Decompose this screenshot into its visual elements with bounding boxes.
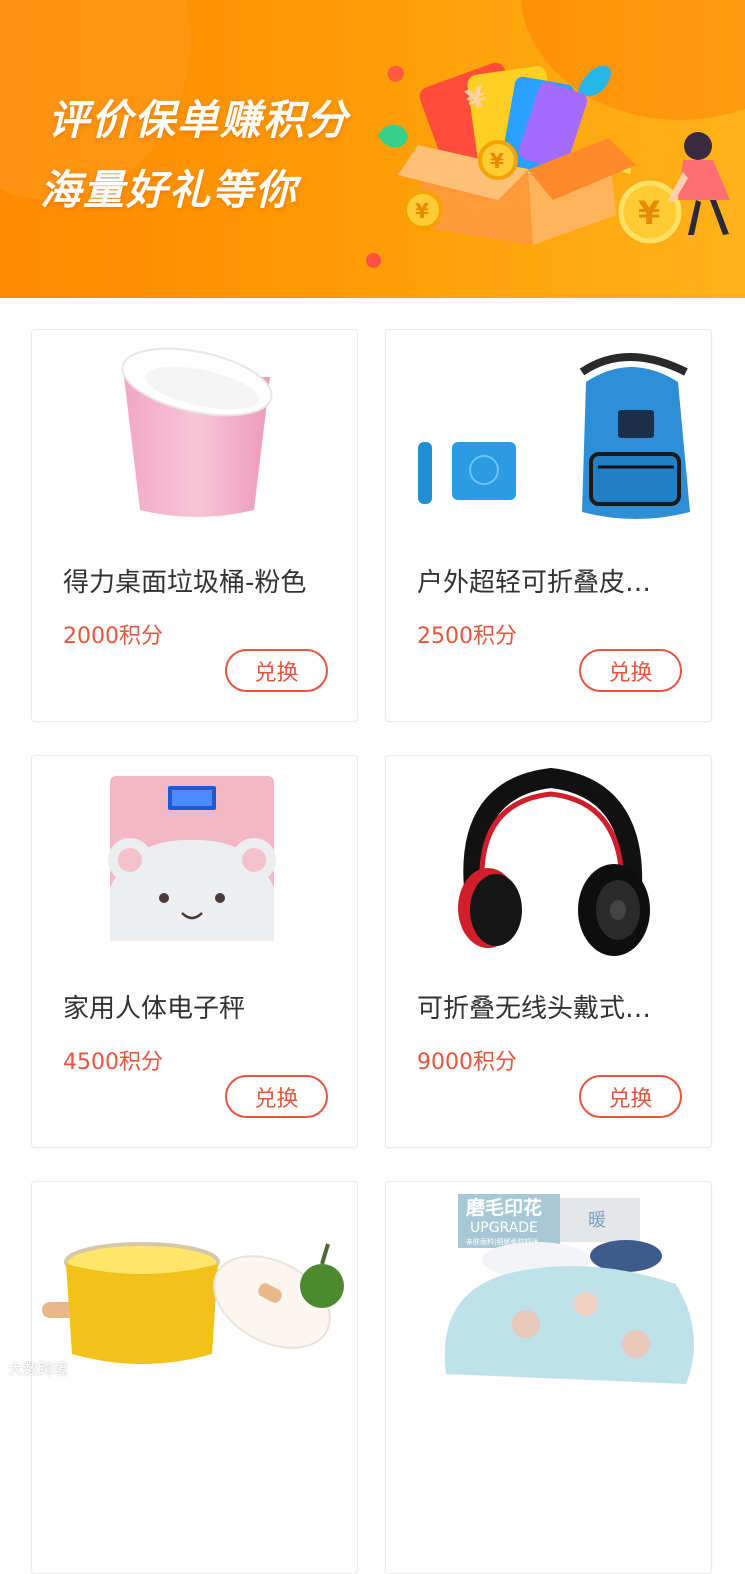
girl-figure bbox=[684, 132, 712, 160]
headphones-image bbox=[458, 768, 650, 956]
svg-text:暖: 暖 bbox=[588, 1210, 606, 1231]
redeem-button[interactable]: 兑换 bbox=[579, 649, 682, 692]
product-name: 可折叠无线头戴式… bbox=[417, 994, 652, 1024]
product-points: 2000积分 bbox=[63, 624, 163, 649]
product-card[interactable] bbox=[31, 1181, 358, 1574]
yellow-pot-image bbox=[42, 1242, 344, 1364]
svg-text:UPGRADE: UPGRADE bbox=[470, 1220, 538, 1236]
image-text: 磨毛印花 bbox=[465, 1196, 542, 1219]
banner-title: 评价保单赚积分 bbox=[48, 96, 349, 144]
product-name: 家用人体电子秤 bbox=[63, 994, 246, 1024]
splash-decor bbox=[378, 124, 408, 148]
product-points: 9000积分 bbox=[417, 1050, 517, 1075]
product-card[interactable]: 可折叠无线头戴式… 9000积分 兑换 bbox=[385, 755, 712, 1148]
bathroom-scale-image bbox=[108, 776, 276, 941]
product-points: 4500积分 bbox=[63, 1050, 163, 1075]
watermark-logo: 大数跨境 bbox=[8, 1360, 69, 1378]
redeem-button[interactable]: 兑换 bbox=[579, 1075, 682, 1118]
svg-text:¥: ¥ bbox=[638, 194, 660, 232]
svg-text:¥: ¥ bbox=[490, 149, 504, 173]
splash-decor bbox=[578, 65, 611, 97]
promo-banner[interactable]: 评价保单赚积分 海量好礼等你 ¥ ¥ ¥ ¥ bbox=[0, 0, 745, 298]
svg-text:¥: ¥ bbox=[415, 199, 429, 223]
splash-decor bbox=[387, 65, 405, 82]
product-name: 户外超轻可折叠皮… bbox=[417, 568, 652, 598]
product-card[interactable]: 户外超轻可折叠皮… 2500积分 兑换 bbox=[385, 329, 712, 722]
quilt-image: 磨毛印花 UPGRADE 亲肤面料|细腻柔软舒适 暖 bbox=[444, 1194, 694, 1384]
product-points: 2500积分 bbox=[417, 624, 517, 649]
product-card[interactable]: 得力桌面垃圾桶-粉色 2000积分 兑换 bbox=[31, 329, 358, 722]
pink-trash-bin-image bbox=[121, 347, 273, 517]
banner-subtitle: 海量好礼等你 bbox=[40, 166, 298, 214]
blue-backpack-image bbox=[418, 353, 690, 519]
product-name: 得力桌面垃圾桶-粉色 bbox=[63, 568, 307, 598]
redeem-button[interactable]: 兑换 bbox=[225, 649, 328, 692]
redeem-button[interactable]: 兑换 bbox=[225, 1075, 328, 1118]
product-card[interactable]: 磨毛印花 UPGRADE 亲肤面料|细腻柔软舒适 暖 bbox=[385, 1181, 712, 1574]
product-card[interactable]: 家用人体电子秤 4500积分 兑换 bbox=[31, 755, 358, 1148]
gift-box-illustration: ¥ ¥ ¥ ¥ bbox=[378, 62, 730, 245]
